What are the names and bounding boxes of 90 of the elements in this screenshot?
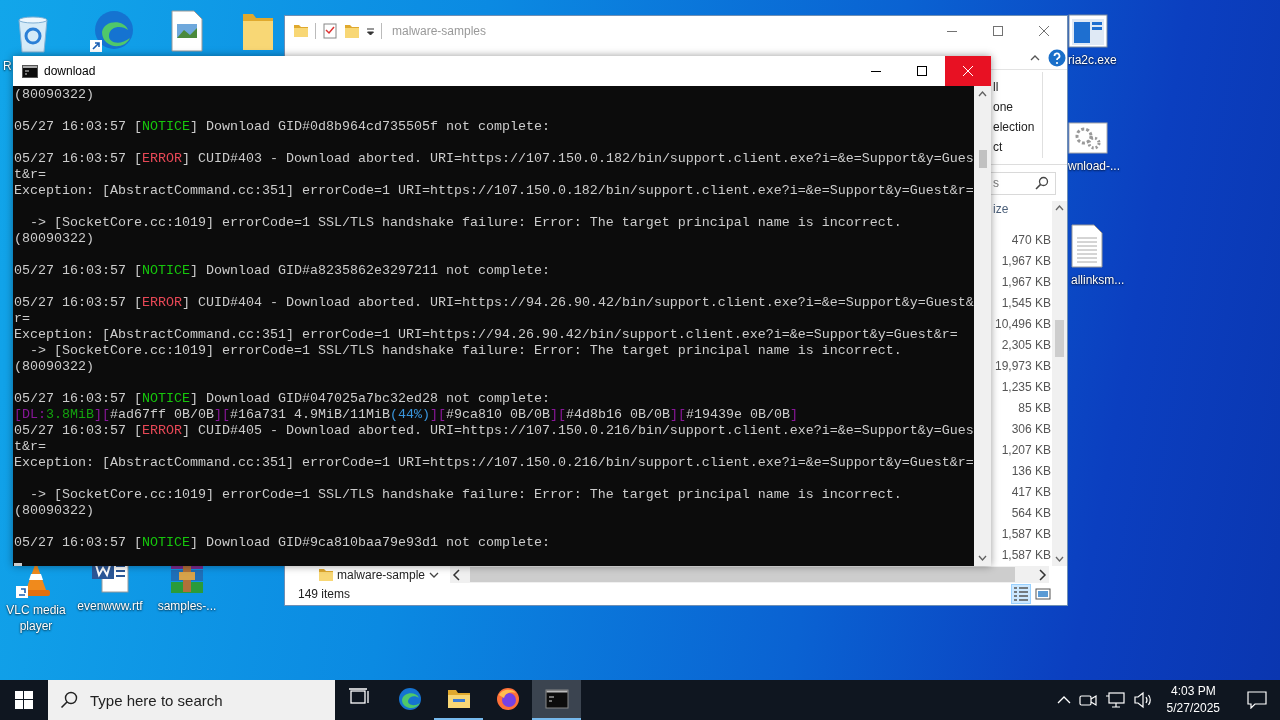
ribbon-command[interactable]: election	[992, 118, 1042, 138]
window-title: malware-samples	[392, 24, 487, 38]
image-icon	[1035, 586, 1051, 602]
file-size: 1,235 KB	[1000, 379, 1052, 396]
console-line: 05/27 16:03:57 [ERROR] CUID#405 - Download aborted. URI=https://107.150.0.216/bin/support.client.exe?i=&e=Support&y=Gues	[14, 423, 974, 439]
console-icon	[544, 687, 569, 711]
icon-label: allinksm...	[1070, 272, 1125, 288]
console-line: 05/27 16:03:57 [ERROR] CUID#404 - Download aborted. URI=https://94.26.90.42/bin/support.client.exe?i=&e=Support&y=Guest&	[14, 295, 974, 311]
console-line: (80090322)	[14, 231, 95, 247]
file-size: 1,967 KB	[1000, 274, 1052, 291]
browser-icon	[90, 10, 134, 54]
scroll-thumb[interactable]	[978, 150, 987, 168]
collapse-icon[interactable]	[1030, 54, 1040, 61]
console-line: 05/27 16:03:57 [NOTICE] Download GID#a8235862e3297211 not complete:	[14, 263, 551, 279]
file-size: 85 KB	[1017, 400, 1052, 417]
file-size: 2,305 KB	[1000, 337, 1052, 354]
console-icon	[22, 64, 38, 78]
ribbon-command[interactable]: ll	[992, 78, 1042, 98]
horizontal-scrollbar[interactable]	[450, 566, 1049, 583]
file-size: 1,207 KB	[1000, 442, 1052, 459]
file-size: 1,545 KB	[1000, 295, 1052, 312]
console-line: -> [SocketCore.cc:1019] errorCode=1 SSL/TLS handshake failure: Error: The target principal name is incorrect.	[29, 487, 903, 503]
search-icon	[60, 691, 78, 709]
console-line: 05/27 16:03:57 [NOTICE] Download GID#047025a7bc32ed28 not complete:	[14, 391, 551, 407]
file-size: 1,967 KB	[1000, 253, 1052, 270]
close-icon	[1039, 26, 1049, 36]
details-view-button[interactable]	[1011, 584, 1031, 604]
image-file-icon	[170, 10, 204, 52]
file-size: 470 KB	[1010, 232, 1052, 249]
taskbar-button[interactable]	[532, 680, 581, 720]
scrollbar[interactable]	[1052, 201, 1067, 566]
checklist-icon[interactable]	[322, 23, 338, 39]
console-line: 05/27 16:03:57 [NOTICE] Download GID#9ca810baa79e93d1 not complete:	[14, 535, 551, 551]
icon-label: R	[2, 58, 12, 74]
list-icon	[1013, 586, 1029, 602]
search-icon	[1035, 176, 1049, 190]
maximize-icon	[917, 66, 927, 76]
volume-icon[interactable]	[1132, 691, 1153, 709]
icon-label: ria2c.exe	[1067, 52, 1117, 68]
console-line: (80090322)	[14, 359, 95, 375]
clock[interactable]: 4:03 PM 5/27/2025	[1160, 683, 1226, 717]
chevron-down-icon[interactable]	[429, 570, 440, 579]
fox-browser-icon	[495, 687, 520, 711]
console-line: 05/27 16:03:57 [ERROR] CUID#403 - Download aborted. URI=https://107.150.0.182/bin/support.client.exe?i=&e=Support&y=Gues	[14, 151, 974, 167]
column-header[interactable]: ize	[991, 201, 1052, 219]
file-size: 136 KB	[1010, 463, 1052, 480]
maximize-icon	[993, 26, 1003, 36]
scrollbar[interactable]	[974, 86, 991, 566]
help-icon[interactable]	[1048, 48, 1066, 67]
console-line: 05/27 16:03:57 [NOTICE] Download GID#0d8b964cd735505f not complete:	[14, 119, 551, 135]
file-size: 417 KB	[1010, 484, 1052, 501]
icon-label: VLC media player	[5, 602, 67, 634]
file-size: 1,587 KB	[1000, 526, 1052, 543]
windows-logo-icon	[15, 691, 33, 709]
network-icon[interactable]	[1104, 691, 1125, 709]
file-size: 19,973 KB	[993, 358, 1052, 375]
console-line: -> [SocketCore.cc:1019] errorCode=1 SSL/TLS handshake failure: Error: The target principal name is incorrect.	[29, 215, 903, 231]
console-line: (80090322)	[14, 503, 95, 519]
file-size: 306 KB	[1010, 421, 1052, 438]
file-size: 1,587 KB	[1000, 547, 1052, 564]
text-cursor	[14, 563, 22, 566]
search-field[interactable]: Type here to search	[48, 680, 335, 720]
console-line: [DL:3.8MiB][#ad67ff 0B/0B][#16a731 4.9MiB/11MiB(44%)][#9ca810 0B/0B][#4d8b16 0B/0B][#19439e 0B/0B]	[14, 407, 799, 423]
scroll-thumb[interactable]	[1055, 320, 1064, 357]
folder-icon	[446, 687, 471, 711]
notification-icon[interactable]	[1247, 691, 1267, 709]
file-size: 564 KB	[1010, 505, 1052, 522]
window-title: download	[44, 64, 96, 78]
console-line: Exception: [AbstractCommand.cc:351] errorCode=1 URI=https://94.26.90.42/bin/support.client.exe?i=&e=Support&y=Guest&r=	[14, 327, 959, 343]
ribbon-command[interactable]: one	[992, 98, 1042, 118]
console-line: t&r=	[14, 439, 47, 455]
folder-icon	[319, 568, 333, 581]
video-camera-icon[interactable]	[1078, 692, 1097, 708]
file-size: 10,496 KB	[993, 316, 1052, 333]
breadcrumb[interactable]: malware-sample	[337, 567, 426, 582]
icon-label: samples-...	[157, 598, 217, 614]
icon-label: wnload-...	[1067, 158, 1121, 174]
item-count: 149 items	[298, 587, 351, 601]
console-line: Exception: [AbstractCommand.cc:351] errorCode=1 URI=https://107.150.0.216/bin/support.client.exe?i=&e=Support&y=Guest&r=	[14, 455, 974, 471]
browser-icon	[397, 687, 422, 711]
console-line: Exception: [AbstractCommand.cc:351] errorCode=1 URI=https://107.150.0.182/bin/support.client.exe?i=&e=Support&y=Guest&r=	[14, 183, 974, 199]
close-icon	[963, 66, 973, 76]
console-line: r=	[14, 311, 31, 327]
icon-label: evenwww.rtf	[77, 598, 143, 614]
text-file-icon	[1070, 224, 1104, 268]
chevron-up-icon[interactable]	[1056, 695, 1071, 705]
console-line: (80090322)	[14, 87, 95, 103]
console-line: t&r=	[14, 167, 47, 183]
console-line: -> [SocketCore.cc:1019] errorCode=1 SSL/TLS handshake failure: Error: The target principal name is incorrect.	[29, 343, 903, 359]
ribbon-command[interactable]: ct	[992, 138, 1042, 158]
